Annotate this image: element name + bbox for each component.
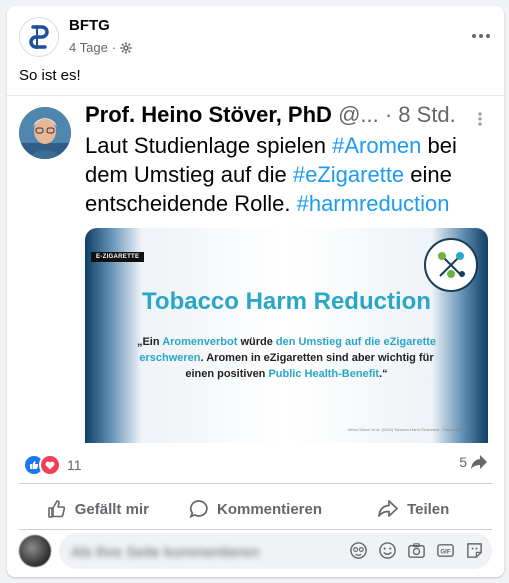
divider (19, 529, 492, 530)
tweet-body-text-1: Laut Studienlage spielen (85, 133, 333, 158)
love-reaction-icon (39, 454, 61, 476)
post-meta: 4 Tage · (69, 40, 132, 55)
slide-footnote: Heino Stöver et al. (2022) Tobacco Harm … (347, 427, 466, 432)
gif-icon[interactable]: GIF (436, 541, 455, 560)
divider (19, 483, 492, 484)
share-count-value: 5 (459, 454, 467, 470)
comment-tools: GIF (349, 541, 484, 560)
share-count[interactable]: 5 (459, 454, 488, 470)
tweet-more-icon (478, 112, 482, 126)
tweet-author-avatar (19, 107, 71, 159)
bftg-logo-icon (29, 25, 49, 49)
thumbs-up-icon (47, 500, 65, 518)
hashtag-ezigarette: #eZigarette (292, 162, 405, 187)
share-button[interactable]: Teilen (334, 491, 492, 527)
more-options-icon[interactable] (470, 25, 492, 47)
comment-placeholder: Als Ihre Seite kommentieren (71, 544, 260, 561)
slide-badge: E-ZIGARETTE (91, 252, 145, 262)
share-arrow-icon (471, 455, 487, 469)
camera-icon[interactable] (407, 541, 426, 560)
slide-quote: „Ein Aromenverbot würde den Umstieg auf … (129, 334, 444, 382)
slide-quote-part-1: „Ein (136, 336, 163, 348)
commenter-avatar[interactable] (19, 535, 51, 567)
hashtag-aromen: #Aromen (332, 133, 422, 158)
slide-quote-part-2: Aromenverbot (162, 336, 238, 348)
post-header: BFTG 4 Tage · (19, 17, 492, 61)
comment-button[interactable]: Kommentieren (177, 491, 335, 527)
action-bar: Gefällt mir Kommentieren Teilen (19, 491, 492, 527)
tweet-header: Prof. Heino Stöver, PhD @... · 8 Std. (85, 102, 456, 128)
sticker-icon[interactable] (465, 541, 484, 560)
comment-input[interactable]: Als Ihre Seite kommentieren GIF (59, 533, 492, 569)
shared-image[interactable]: Prof. Heino Stöver, PhD @... · 8 Std. La… (7, 95, 504, 443)
post-time[interactable]: 4 Tage (69, 40, 108, 55)
slide-quote-part-7: .“ (379, 368, 388, 380)
page-name[interactable]: BFTG (69, 17, 110, 34)
page-avatar[interactable] (19, 17, 59, 57)
slide-quote-part-6: Public Health-Benefit (268, 368, 380, 380)
post-text: So ist es! (19, 67, 81, 84)
like-button[interactable]: Gefällt mir (19, 491, 177, 527)
comment-bubble-icon (189, 500, 208, 519)
share-icon (378, 500, 398, 517)
tweet-author-name: Prof. Heino Stöver, PhD (85, 102, 332, 127)
avatar-sticker-icon[interactable] (349, 541, 368, 560)
comment-composer: Als Ihre Seite kommentieren GIF (19, 533, 492, 569)
gear-icon[interactable] (120, 42, 132, 54)
emoji-icon[interactable] (378, 541, 397, 560)
hashtag-harmreduction: #harmreduction (296, 191, 450, 216)
tweet-handle: @... (338, 102, 379, 127)
slide-title: Tobacco Harm Reduction (142, 288, 431, 315)
slide-quote-part-3: würde (237, 336, 276, 348)
tweet-media-slide: E-ZIGARETTE Tobacco Harm Reduction „Ein … (85, 228, 488, 443)
reaction-count: 11 (67, 457, 82, 473)
tweet-time: · 8 Std. (384, 102, 456, 127)
like-label: Gefällt mir (74, 500, 149, 518)
share-label: Teilen (407, 500, 450, 518)
slide-emblem-icon (424, 238, 478, 292)
post-card: BFTG 4 Tage · So ist es! Prof. Heino Stö… (7, 6, 504, 577)
comment-label: Kommentieren (216, 500, 323, 518)
reactions-summary[interactable]: 11 (23, 454, 82, 476)
tweet-body: Laut Studienlage spielen #Aromen bei dem… (85, 131, 490, 218)
svg-text:GIF: GIF (440, 548, 450, 555)
